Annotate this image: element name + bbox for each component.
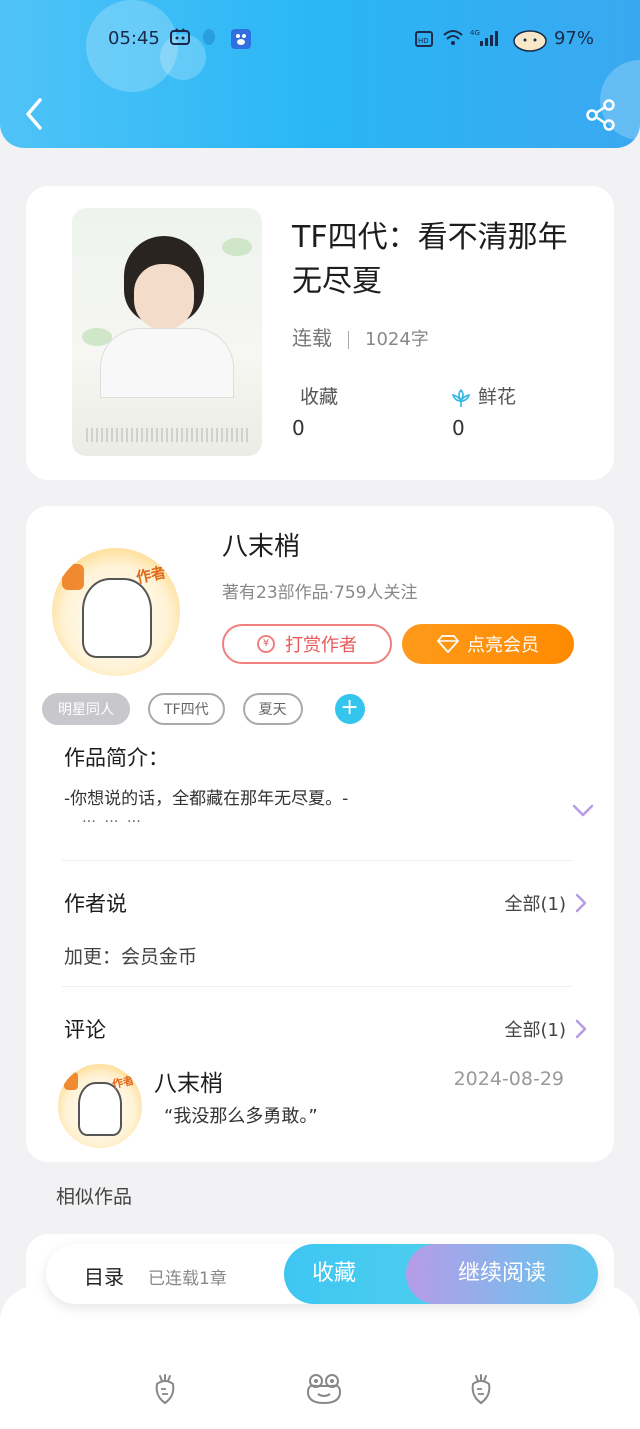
continue-reading-button[interactable]: 继续阅读 <box>406 1244 598 1304</box>
action-bar: 目录 已连载1章 收藏 继续阅读 <box>46 1244 598 1304</box>
author-badge: 作者 <box>134 563 168 587</box>
comments-all-link[interactable]: 全部(1) <box>505 1016 589 1042</box>
battery-icon <box>512 28 548 57</box>
tag-chip[interactable]: TF四代 <box>148 693 225 725</box>
chapter-count: 已连载1章 <box>148 1269 227 1289</box>
wifi-icon <box>442 28 464 53</box>
book-status: 连载 <box>292 326 332 350</box>
author-says-text: 加更：会员金币 <box>64 946 198 968</box>
flowers-stat[interactable]: 鲜花 <box>450 382 516 409</box>
flowers-count: 0 <box>452 416 465 440</box>
status-bar: 05:45 HD 4G 97% <box>108 28 600 56</box>
comments-all-label: 全部(1) <box>504 1020 567 1041</box>
cover-fine-print <box>86 428 248 442</box>
book-info-card: TF四代：看不清那年无尽夏 连载 1024字 收藏 0 鲜花 0 <box>26 186 614 480</box>
tag-chip[interactable]: 夏天 <box>242 693 303 725</box>
signal-icon: 4G <box>470 28 498 53</box>
chevron-right-icon <box>575 893 587 913</box>
commenter-avatar[interactable]: 作者 <box>58 1064 142 1148</box>
coin-icon: ¥ <box>257 635 275 653</box>
author-name[interactable]: 八末梢 <box>222 526 300 563</box>
vip-label: 点亮会员 <box>467 635 539 656</box>
flowers-label: 鲜花 <box>478 386 517 408</box>
details-card: 作者 八末梢 著有23部作品·759人关注 ¥ 打赏作者 点亮会员 明星同人 TF… <box>26 506 614 1162</box>
svg-text:HD: HD <box>418 37 429 45</box>
vip-button[interactable]: 点亮会员 <box>402 624 574 664</box>
diamond-icon <box>437 635 459 653</box>
status-time: 05:45 <box>108 28 160 49</box>
intro-title: 作品简介： <box>64 746 169 770</box>
comment-text: “我没那么多勇敢。” <box>164 1106 318 1127</box>
meta-divider <box>348 330 349 349</box>
author-stats: 著有23部作品·759人关注 <box>222 583 418 603</box>
svg-text:4G: 4G <box>470 29 480 37</box>
author-says-all-link[interactable]: 全部(1) <box>505 890 589 916</box>
book-word-count: 1024字 <box>365 329 429 350</box>
intro-ellipsis: … … … <box>82 810 143 826</box>
divider <box>62 986 572 987</box>
avatar-decoration <box>64 1072 78 1090</box>
battery-percent: 97% <box>553 28 594 49</box>
author-avatar[interactable]: 作者 <box>52 548 180 676</box>
tag-list: 明星同人 TF四代 夏天 + <box>42 692 365 726</box>
book-cover[interactable] <box>72 208 262 456</box>
book-title: TF四代：看不清那年无尽夏 <box>292 220 568 299</box>
top-header: 05:45 HD 4G 97% <box>0 0 640 148</box>
bottom-panel <box>0 1286 640 1429</box>
comments-title: 评论 <box>64 1018 106 1042</box>
cover-leaf <box>222 238 252 256</box>
qq-icon <box>200 28 218 53</box>
tag-chip[interactable]: 明星同人 <box>42 693 130 725</box>
tv-icon <box>170 28 190 51</box>
commenter-badge: 作者 <box>110 1073 136 1092</box>
cover-face <box>134 264 194 330</box>
comment-date: 2024-08-29 <box>453 1068 564 1090</box>
author-says-all-label: 全部(1) <box>504 894 567 915</box>
toc-button[interactable]: 目录 <box>84 1261 124 1290</box>
avatar-sketch <box>82 578 152 658</box>
divider <box>62 860 572 861</box>
commenter-name[interactable]: 八末梢 <box>154 1064 223 1098</box>
intro-text: -你想说的话，全都藏在那年无尽夏。- <box>64 789 349 809</box>
add-tag-button[interactable]: + <box>334 694 365 724</box>
share-button[interactable] <box>584 98 618 132</box>
hd-icon: HD <box>414 28 434 53</box>
flower-icon <box>451 388 471 407</box>
cover-shirt <box>100 328 234 398</box>
expand-chevron-icon[interactable] <box>570 800 596 820</box>
book-meta: 连载 1024字 <box>292 322 429 351</box>
carrot-icon[interactable] <box>464 1372 498 1406</box>
favorites-count: 0 <box>292 416 305 440</box>
baidu-icon <box>230 28 252 55</box>
reward-author-button[interactable]: ¥ 打赏作者 <box>222 624 392 664</box>
frog-icon[interactable] <box>304 1372 344 1406</box>
chevron-right-icon <box>575 1019 587 1039</box>
favorites-label: 收藏 <box>300 386 339 408</box>
reward-label: 打赏作者 <box>285 635 357 656</box>
similar-works-title: 相似作品 <box>56 1186 133 1208</box>
avatar-decoration <box>62 564 84 590</box>
author-says-title: 作者说 <box>64 892 127 916</box>
carrot-icon[interactable] <box>148 1372 182 1406</box>
back-button[interactable] <box>22 96 50 132</box>
